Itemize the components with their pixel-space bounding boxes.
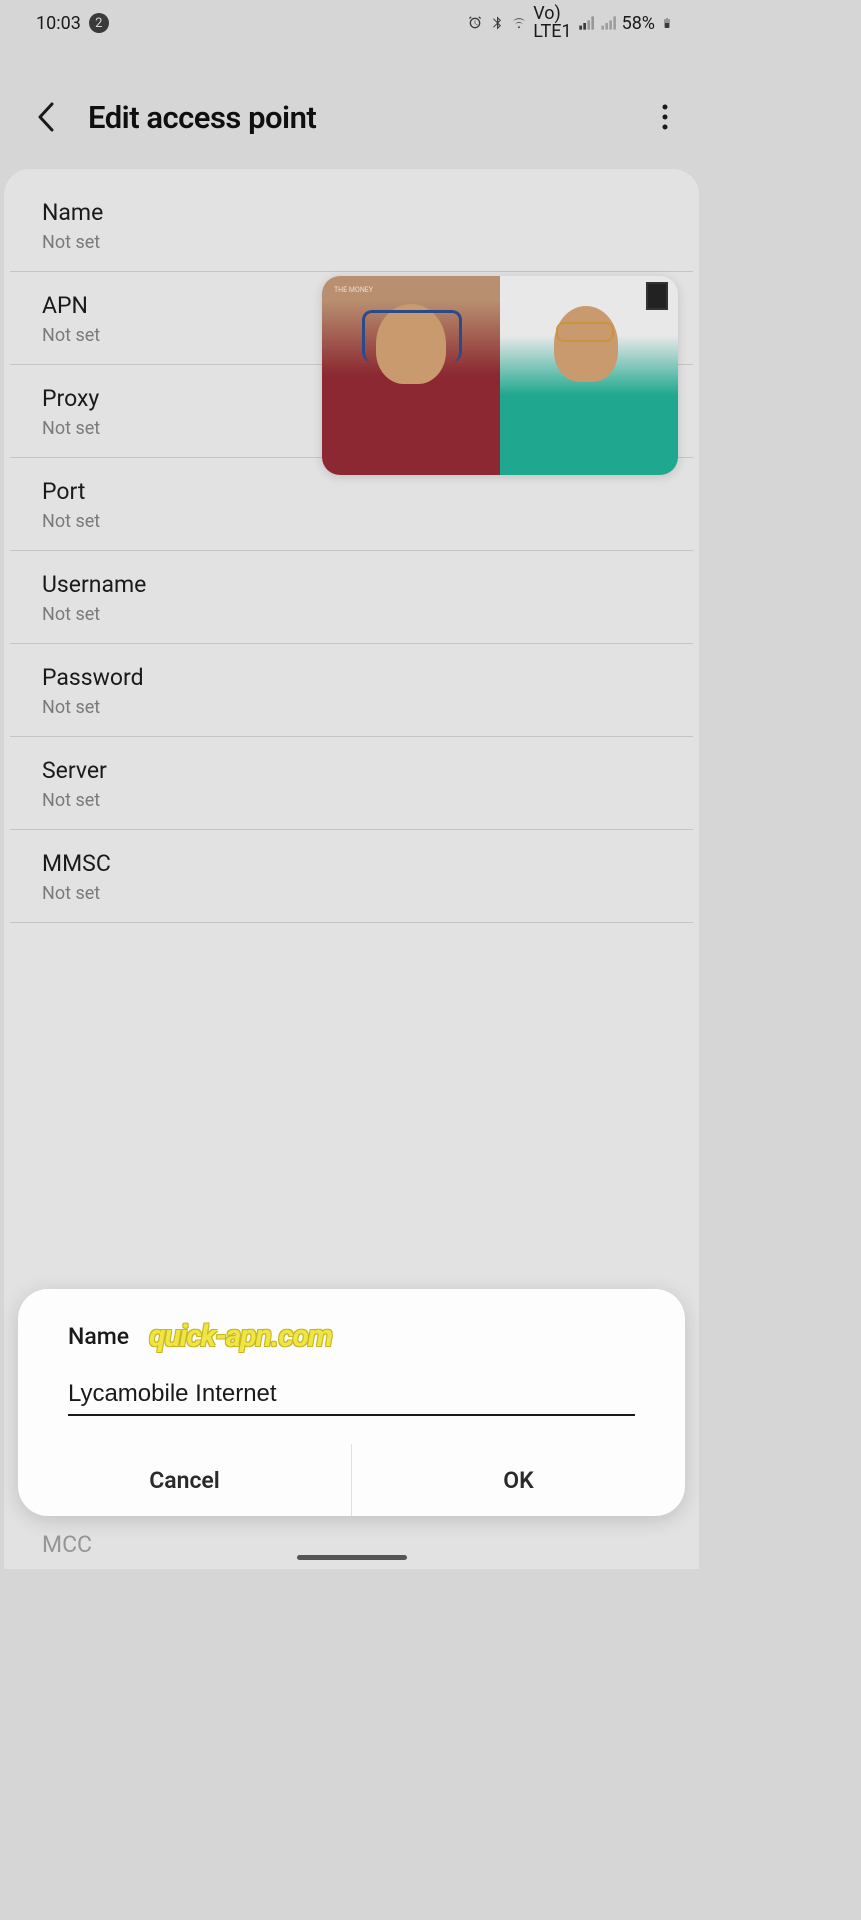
more-vertical-icon	[662, 104, 668, 130]
notification-count-badge: 2	[89, 13, 109, 33]
pip-person-right	[500, 276, 678, 475]
setting-label: Name	[42, 199, 661, 226]
volte-label: Vo)LTE1	[533, 5, 571, 41]
setting-value: Not set	[42, 790, 661, 811]
alarm-icon	[467, 15, 483, 31]
status-right: Vo)LTE1 58%	[467, 5, 673, 41]
pip-logo: THE MONEY	[334, 286, 373, 294]
signal-icon-1	[578, 15, 594, 31]
signal-icon-2	[600, 15, 616, 31]
status-time: 10:03	[36, 13, 81, 34]
navigation-pill[interactable]	[297, 1555, 407, 1560]
setting-row-mcc-partial: MCC	[42, 1531, 92, 1558]
setting-row-name[interactable]: Name Not set	[10, 179, 693, 272]
setting-value: Not set	[42, 883, 661, 904]
setting-label: MMSC	[42, 850, 661, 877]
picture-in-picture-video[interactable]: THE MONEY	[322, 276, 678, 475]
setting-row-server[interactable]: Server Not set	[10, 737, 693, 830]
setting-value: Not set	[42, 232, 661, 253]
setting-label: Server	[42, 757, 661, 784]
pip-person-left: THE MONEY	[322, 276, 500, 475]
setting-row-password[interactable]: Password Not set	[10, 644, 693, 737]
status-left: 10:03 2	[36, 13, 109, 34]
battery-percent: 58%	[622, 13, 655, 34]
battery-icon	[661, 15, 673, 31]
app-header: Edit access point	[0, 42, 703, 169]
back-button[interactable]	[30, 100, 64, 134]
name-input[interactable]	[68, 1372, 635, 1416]
setting-label: Username	[42, 571, 661, 598]
status-bar: 10:03 2 Vo)LTE1 58%	[0, 0, 703, 42]
setting-label: Port	[42, 478, 661, 505]
setting-row-username[interactable]: Username Not set	[10, 551, 693, 644]
bluetooth-icon	[489, 15, 505, 31]
setting-label: Password	[42, 664, 661, 691]
setting-value: Not set	[42, 511, 661, 532]
watermark-text: quick-apn.com	[149, 1319, 332, 1354]
cancel-button[interactable]: Cancel	[18, 1444, 352, 1516]
ok-button[interactable]: OK	[352, 1444, 685, 1516]
wifi-icon	[511, 15, 527, 31]
chevron-left-icon	[37, 102, 57, 132]
page-title: Edit access point	[88, 99, 316, 136]
dialog-title: Name	[68, 1323, 129, 1350]
setting-value: Not set	[42, 697, 661, 718]
more-options-button[interactable]	[645, 97, 685, 137]
name-edit-dialog: Name quick-apn.com Cancel OK	[18, 1289, 685, 1516]
setting-value: Not set	[42, 604, 661, 625]
setting-row-mmsc[interactable]: MMSC Not set	[10, 830, 693, 923]
